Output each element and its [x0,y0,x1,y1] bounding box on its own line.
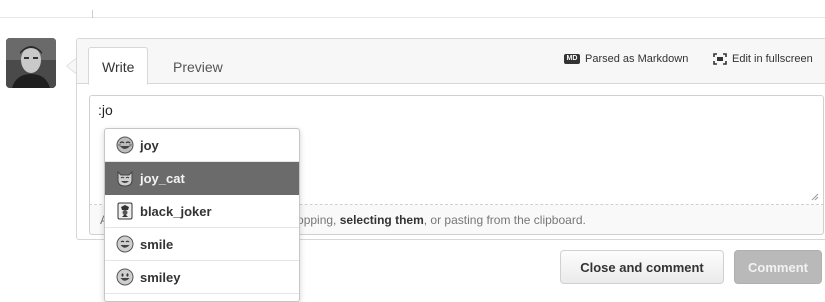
suggestion-smile[interactable]: smile [105,228,299,261]
attach-middle: opping, [297,213,340,227]
top-divider [0,17,825,18]
suggestion-black-joker[interactable]: black_joker [105,195,299,228]
comment-text: :jo [98,102,113,118]
avatar[interactable] [6,38,56,88]
markdown-label: Parsed as Markdown [585,53,689,65]
tab-write[interactable]: Write [88,47,149,85]
close-and-comment-button[interactable]: Close and comment [560,250,724,284]
fullscreen-icon [713,53,727,65]
suggestion-smiley[interactable]: smiley [105,261,299,294]
markdown-icon: MD [564,54,580,64]
comment-arrow-fill [67,59,76,73]
black-joker-emoji-icon [117,202,133,220]
suggestion-joy[interactable]: joy [105,129,299,162]
fullscreen-label: Edit in fullscreen [732,53,813,65]
resize-grip-icon[interactable] [811,193,819,201]
smile-emoji-icon [116,235,134,253]
joy-emoji-icon [116,136,134,154]
smiley-emoji-icon [116,268,134,286]
timeline-tick [92,10,93,18]
markdown-help-link[interactable]: MD Parsed as Markdown [564,53,688,65]
tab-preview[interactable]: Preview [159,48,237,83]
fullscreen-button[interactable]: Edit in fullscreen [713,53,813,65]
emoji-suggester: joy joy_cat black_joker smile smiley [104,128,300,302]
editor-tabbar: Write Preview MD Parsed as Markdown Edit… [77,39,825,85]
comment-button[interactable]: Comment [734,250,822,284]
joy-cat-emoji-icon [117,170,133,187]
attach-select-link[interactable]: selecting them [340,213,424,227]
suggestion-joy-cat[interactable]: joy_cat [105,162,299,195]
attach-suffix: , or pasting from the clipboard. [423,213,586,227]
